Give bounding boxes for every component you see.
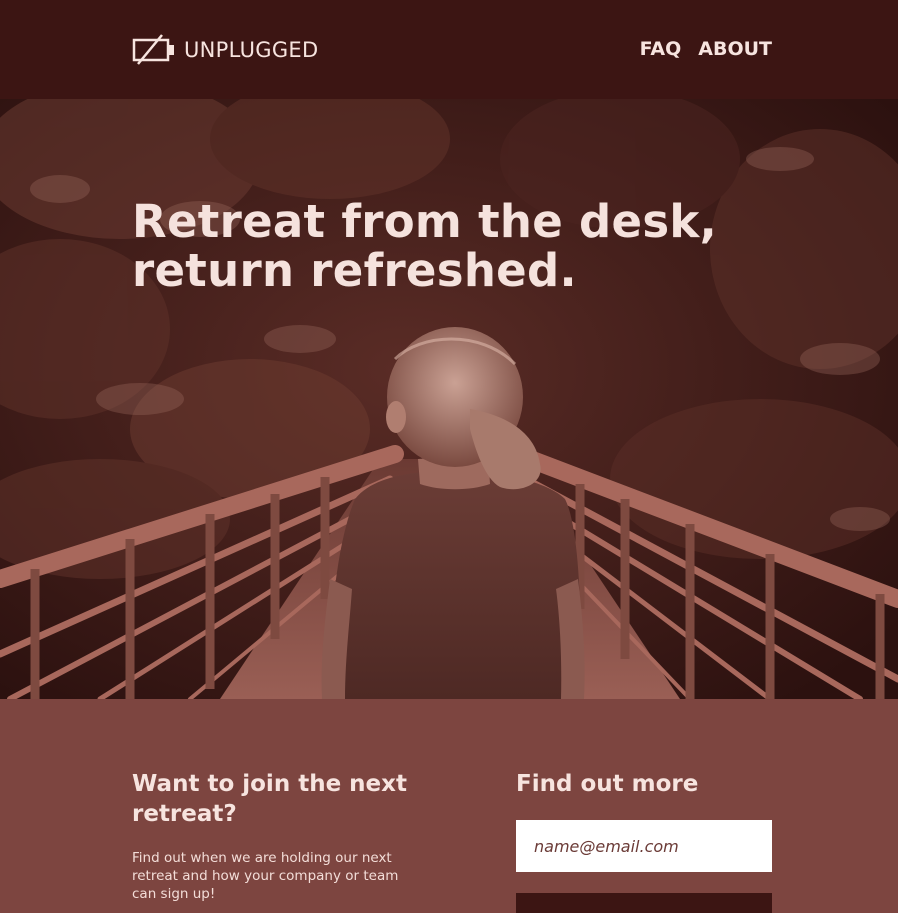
email-input[interactable] [516,820,772,872]
site-header: UNPLUGGED FAQ ABOUT [0,0,898,99]
nav-link-about[interactable]: ABOUT [698,36,772,62]
join-description: Find out when we are holding our next re… [132,850,399,902]
hero-headline: Retreat from the desk, return refreshed. [132,195,718,297]
hero-image [0,99,898,699]
battery-slash-icon [132,34,175,66]
submit-button[interactable] [516,893,772,913]
nav-link-faq[interactable]: FAQ [640,36,682,62]
logo[interactable]: UNPLUGGED [132,34,318,66]
signup-section: Want to join the next retreat? Find out … [0,699,898,913]
main-nav: FAQ ABOUT [640,36,772,62]
join-title: Want to join the next retreat? [132,771,407,827]
hero-section: Retreat from the desk, return refreshed. [0,99,898,699]
find-out-more-title: Find out more [516,771,699,797]
logo-text: UNPLUGGED [184,37,319,62]
